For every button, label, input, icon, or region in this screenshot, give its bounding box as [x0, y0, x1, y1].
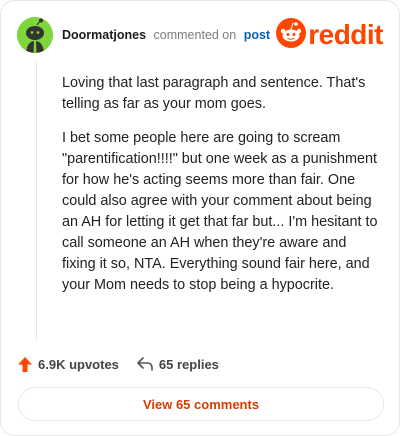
reply-button[interactable]: 65 replies [137, 357, 219, 372]
reply-arrow-icon [137, 357, 153, 371]
view-comments-button[interactable]: View 65 comments [18, 387, 384, 421]
comment-paragraph: I bet some people here are going to scre… [62, 130, 378, 293]
comment-body: Loving that last paragraph and sentence.… [62, 73, 380, 309]
reddit-logo[interactable]: reddit [276, 17, 383, 53]
reddit-snoo-icon [276, 17, 307, 53]
upvote-arrow-icon [18, 356, 32, 372]
reddit-wordmark: reddit [308, 19, 383, 50]
snoo-avatar-icon[interactable] [17, 17, 53, 53]
comment-actions: 6.9K upvotes 65 replies [18, 354, 219, 374]
upvotes-count: 6.9K upvotes [38, 356, 119, 372]
comment-header: Doormatjones commented on post reddit [17, 17, 383, 53]
comment-card: Doormatjones commented on post reddit Lo… [0, 0, 400, 436]
post-link[interactable]: post [244, 28, 270, 42]
thread-line[interactable] [36, 61, 37, 341]
username-link[interactable]: Doormatjones [62, 28, 146, 42]
comment-meta: Doormatjones commented on post [62, 27, 270, 43]
comment-paragraph: Loving that last paragraph and sentence.… [62, 75, 366, 112]
upvote-button[interactable]: 6.9K upvotes [18, 356, 119, 372]
action-text: commented on [153, 28, 237, 42]
replies-count: 65 replies [158, 356, 219, 372]
